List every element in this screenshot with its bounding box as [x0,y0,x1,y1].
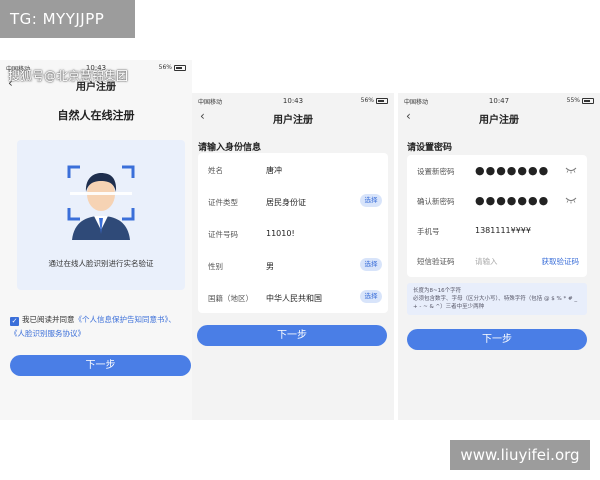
nav-bar: ‹ 用户注册 [398,107,600,127]
id-number-value[interactable]: 11010! [266,229,295,238]
battery-icon [582,97,594,104]
field-label: 短信验证码 [417,257,455,266]
status-bar: 中国移动 10:47 55% [398,93,600,107]
confirm-password-input[interactable]: ●●●●●●● [475,194,549,207]
select-button[interactable]: 选择 [360,194,382,207]
hint-line: 必须包含数字、字母（区分大小写）、特殊字符（包括 @ $ % * # _ + -… [413,296,578,310]
checkbox-icon[interactable]: ✓ [10,317,19,326]
site-badge: www.liuyifei.org [450,440,590,470]
row-confirm-password[interactable]: 确认新密码 ●●●●●●● [407,185,587,215]
eye-closed-icon[interactable] [565,196,577,204]
face-scan-icon [67,165,135,240]
field-label: 确认新密码 [417,197,455,206]
next-button[interactable]: 下一步 [10,355,191,376]
row-gender[interactable]: 性别 男 选择 [198,249,388,281]
id-type-value: 居民身份证 [266,198,306,207]
section-title: 请输入身份信息 [198,143,262,153]
field-label: 证件类型 [208,198,238,207]
screenshot-canvas: 中国移动 10:43 56% ‹ 用户注册 自然人在线注册 通过在线人脸识别进行… [0,0,600,480]
row-phone[interactable]: 手机号 1381111¥¥¥¥ [407,215,587,245]
battery-icon [174,64,186,71]
row-new-password[interactable]: 设置新密码 ●●●●●●● [407,155,587,185]
field-label: 设置新密码 [417,167,455,176]
field-label: 国籍（地区） [208,294,253,303]
nationality-value: 中华人民共和国 [266,294,322,303]
page-heading: 自然人在线注册 [57,109,135,122]
section-title: 请设置密码 [407,143,453,153]
face-verify-card[interactable]: 通过在线人脸识别进行实名验证 [17,140,185,290]
agreement: ✓ 我已阅读并同意《个人信息保护告知同意书》、《人脸识别服务协议》 [10,313,186,341]
nav-title: 用户注册 [479,115,519,126]
password-form: 设置新密码 ●●●●●●● 确认新密码 ●●●●●●● 手机号 1381111¥… [407,155,587,277]
row-id-number[interactable]: 证件号码 11010! [198,217,388,249]
get-code-button[interactable]: 获取验证码 [542,256,580,267]
battery: 56% [361,97,388,104]
eye-closed-icon[interactable] [565,166,577,174]
field-label: 手机号 [417,227,440,236]
nav-title: 用户注册 [273,115,313,126]
next-button[interactable]: 下一步 [197,325,387,346]
face-service-agreement-link[interactable]: 《人脸识别服务协议》 [10,329,85,338]
hint-line: 长度为8~16个字符 [413,288,462,294]
row-id-type[interactable]: 证件类型 居民身份证 选择 [198,185,388,217]
phone-identity-info: 中国移动 10:43 56% ‹ 用户注册 请输入身份信息 姓名 唐冲 证件类型… [192,93,394,420]
phone-input[interactable]: 1381111¥¥¥¥ [475,226,531,235]
row-name[interactable]: 姓名 唐冲 [198,153,388,185]
next-button[interactable]: 下一步 [407,329,587,350]
phone-face-register: 中国移动 10:43 56% ‹ 用户注册 自然人在线注册 通过在线人脸识别进行… [0,60,192,420]
gender-value: 男 [266,262,274,271]
nav-bar: ‹ 用户注册 [192,107,394,127]
name-value[interactable]: 唐冲 [266,165,282,176]
field-label: 性别 [208,262,223,271]
battery-percent: 56% [360,97,374,104]
face-caption: 通过在线人脸识别进行实名验证 [48,259,154,268]
agree-prefix: 我已阅读并同意 [22,315,75,324]
field-label: 姓名 [208,166,223,175]
row-sms-code[interactable]: 短信验证码 请输入 获取验证码 [407,245,587,275]
sms-code-input[interactable]: 请输入 [475,256,498,267]
password-hint: 长度为8~16个字符 必须包含数字、字母（区分大小写）、特殊字符（包括 @ $ … [407,283,587,315]
field-label: 证件号码 [208,230,238,239]
select-button[interactable]: 选择 [360,258,382,271]
battery-icon [376,97,388,104]
battery: 55% [567,97,594,104]
new-password-input[interactable]: ●●●●●●● [475,164,549,177]
status-bar: 中国移动 10:43 56% [192,93,394,107]
row-nationality[interactable]: 国籍（地区） 中华人民共和国 选择 [198,281,388,313]
privacy-consent-link[interactable]: 《个人信息保护告知同意书》 [75,315,169,324]
identity-form: 姓名 唐冲 证件类型 居民身份证 选择 证件号码 11010! 性别 男 选择 … [198,153,388,313]
battery-percent: 55% [566,97,580,104]
tg-tag: TG: MYYJJPP [0,0,135,38]
phone-set-password: 中国移动 10:47 55% ‹ 用户注册 请设置密码 设置新密码 ●●●●●●… [398,93,600,420]
watermark: 搜狐号@北京慧锦集团 [8,69,129,83]
battery: 56% [159,64,186,71]
select-button[interactable]: 选择 [360,290,382,303]
battery-percent: 56% [158,64,172,71]
agree-separator: 、 [168,315,176,324]
